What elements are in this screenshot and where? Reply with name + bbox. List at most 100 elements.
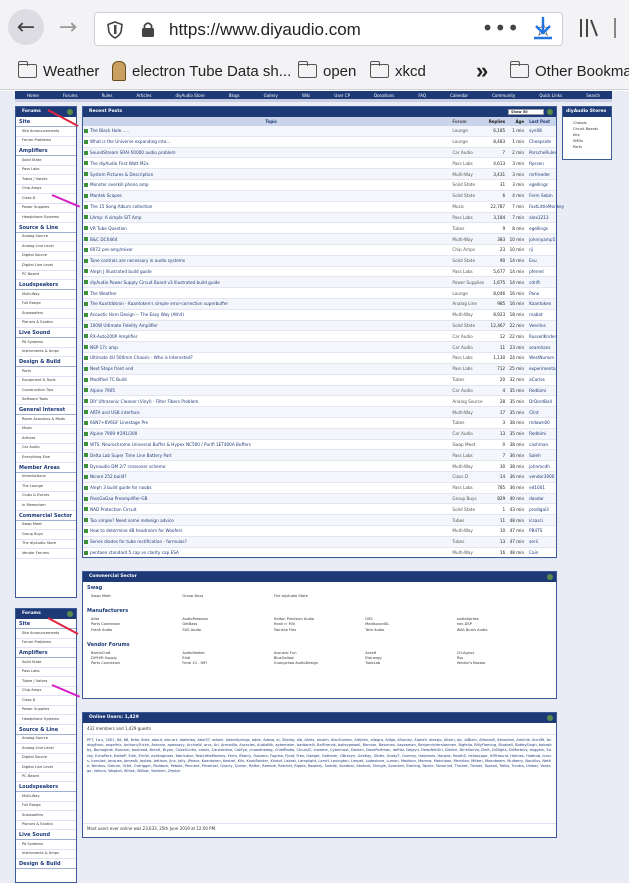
- sidebar-item[interactable]: Class D: [16, 696, 76, 706]
- thread-forum[interactable]: Tubes: [452, 539, 486, 544]
- thread-forum[interactable]: Analog Source: [452, 399, 486, 404]
- topnav-item[interactable]: diyAudio Store: [175, 93, 204, 98]
- table-row[interactable]: The Weather Lounge 8,046 16 min Pano: [83, 288, 556, 299]
- sidebar-item[interactable]: Car Audio: [16, 444, 76, 453]
- bookmark-weather[interactable]: Weather: [17, 60, 99, 82]
- thread-last-poster[interactable]: FastLittleMonkey: [526, 204, 564, 209]
- thread-last-poster[interactable]: pfemel: [526, 269, 556, 274]
- thread-last-poster[interactable]: Cheapside: [526, 139, 556, 144]
- thread-title-link[interactable]: ARTA and USB interface: [90, 410, 452, 415]
- thread-title-link[interactable]: Ultimate 4U 500mm Chassis - Who is Inter…: [90, 355, 452, 360]
- sidebar-item[interactable]: Software Tools: [16, 396, 76, 405]
- sidebar-item[interactable]: Power Supplies: [16, 204, 76, 213]
- table-row[interactable]: Dynaudio DM 2/7 crossover scheme Multi-Wa…: [83, 461, 556, 472]
- sidebar-item[interactable]: Equipment & Tools: [16, 377, 76, 386]
- download-icon[interactable]: [532, 15, 554, 41]
- sidebar-item[interactable]: Site Announcements: [16, 127, 76, 137]
- thread-forum[interactable]: Tubes: [452, 420, 486, 425]
- thread-last-poster[interactable]: ed1001: [526, 485, 556, 490]
- sidebar-item[interactable]: Subwoofers: [16, 811, 76, 821]
- thread-forum[interactable]: Group Buys: [452, 496, 486, 501]
- commercial-link[interactable]: SUS Audio: [182, 628, 273, 633]
- commercial-link[interactable]: Vendor's Bazaar: [457, 661, 548, 666]
- thread-title-link[interactable]: Too simple? Need some redesign advice: [90, 518, 452, 523]
- topnav-item[interactable]: Quick Links: [539, 93, 562, 98]
- thread-forum[interactable]: Multi-Way: [452, 172, 486, 177]
- column-age[interactable]: Age: [508, 119, 526, 124]
- thread-forum[interactable]: Power Supplies: [452, 280, 486, 285]
- topnav-item[interactable]: Community: [492, 93, 515, 98]
- table-row[interactable]: Alpine 7905 Car Audio 4 35 min Redbimi: [83, 385, 556, 397]
- thread-last-poster[interactable]: mrfreeder: [526, 172, 556, 177]
- thread-title-link[interactable]: PassGaGaa Preamplifier-GB: [90, 496, 452, 501]
- other-bookmarks[interactable]: Other Bookmar: [509, 60, 629, 82]
- thread-last-poster[interactable]: lcsasci: [526, 518, 556, 523]
- commercial-link[interactable]: Parts Connexion: [91, 661, 182, 666]
- topnav-item[interactable]: FAQ: [418, 93, 426, 98]
- sidebar-item[interactable]: Analog Source: [16, 735, 76, 744]
- thread-forum[interactable]: Tubes: [452, 377, 486, 382]
- table-row[interactable]: Mantek Scopes Solid State 6 4 min Ferm Sebin: [83, 190, 556, 202]
- thread-last-poster[interactable]: mabat: [526, 312, 556, 317]
- sidebar-item[interactable]: Planars & Exotics: [16, 319, 76, 328]
- bookmark-open[interactable]: open: [297, 60, 356, 82]
- back-button[interactable]: ←: [8, 9, 44, 45]
- sidebar-item[interactable]: Tubes / Valves: [16, 175, 76, 185]
- column-forum[interactable]: Forum: [452, 119, 486, 124]
- sidebar-item[interactable]: Digital Line Level: [16, 261, 76, 271]
- thread-forum[interactable]: Lounge: [452, 128, 486, 133]
- thread-last-poster[interactable]: mdawn00: [526, 420, 556, 425]
- thread-title-link[interactable]: VR Tube Question: [90, 226, 452, 231]
- thread-last-poster[interactable]: Esu: [526, 258, 556, 263]
- table-row[interactable]: PassGaGaa Preamplifier-GB Group Buys 829 40…: [83, 493, 556, 505]
- sidebar-item[interactable]: Room Acoustics & Mods: [16, 415, 76, 425]
- sidebar-item[interactable]: Vendor Forums: [16, 549, 76, 559]
- sidebar-item[interactable]: Digital Source: [16, 754, 76, 763]
- sidebar-item[interactable]: The Lounge: [16, 482, 76, 492]
- sidebar-item[interactable]: Pass Labs: [16, 668, 76, 677]
- sidebar-item[interactable]: Music: [16, 425, 76, 434]
- bookmarks-overflow-button[interactable]: »: [476, 58, 488, 83]
- thread-title-link[interactable]: Alpine 7909 #291/300: [90, 431, 452, 436]
- thread-title-link[interactable]: NSP 17c amp: [90, 345, 452, 350]
- commercial-link[interactable]: TubeLab: [365, 661, 456, 666]
- thread-title-link[interactable]: DIY Ultrasonic Cleaner (Vinyl) - Filter …: [90, 399, 452, 404]
- thread-title-link[interactable]: The diyAudio First Watt M2x: [90, 161, 452, 166]
- thread-title-link[interactable]: Tone controls are necessary in audio sys…: [90, 258, 452, 263]
- thread-last-poster[interactable]: johnnyamp5: [526, 237, 556, 242]
- thread-forum[interactable]: Solid State: [452, 193, 486, 198]
- table-row[interactable]: The diyAudio First Watt M2x Pass Labs 4,61…: [83, 158, 556, 170]
- thread-title-link[interactable]: Mantek Scopes: [90, 193, 452, 198]
- table-row[interactable]: NAD Protection Circuit Solid State 1 43 min…: [83, 504, 556, 516]
- table-row[interactable]: Monster overkill phono amp Solid State 31 3…: [83, 180, 556, 191]
- table-row[interactable]: What is the Universe expanding into... Lo…: [83, 137, 556, 148]
- thread-last-poster[interactable]: cdrift: [526, 280, 556, 285]
- table-row[interactable]: Series diodes for tube rectification - f…: [83, 536, 556, 548]
- thread-last-poster[interactable]: serii: [526, 539, 556, 544]
- thread-forum[interactable]: Pass Labs: [452, 453, 486, 458]
- thread-last-poster[interactable]: vendor3000: [526, 474, 556, 479]
- thread-last-poster[interactable]: Redbimi: [526, 431, 556, 436]
- table-row[interactable]: RX-Auto200P Amplifier Car Audio 12 22 min Ru…: [83, 331, 556, 343]
- sidebar-item[interactable]: Introductions: [16, 473, 76, 482]
- thread-title-link[interactable]: diyAudio Power Supply Circuit Board v3 I…: [90, 280, 452, 285]
- topnav-item[interactable]: Gallery: [264, 93, 278, 98]
- table-row[interactable]: Modified 7C Build Tubes 20 32 min aCarlos: [83, 375, 556, 386]
- commercial-link[interactable]: Group Buys: [182, 594, 273, 599]
- thread-last-poster[interactable]: PB4TS: [526, 528, 556, 533]
- thread-forum[interactable]: Multi-Way: [452, 550, 486, 555]
- topnav-item[interactable]: Wiki: [302, 93, 310, 98]
- thread-forum[interactable]: Car Audio: [452, 150, 486, 155]
- table-row[interactable]: Acoustic Horn Design -- The Easy Way (At…: [83, 310, 556, 321]
- sidebar-item[interactable]: Pass Labs: [16, 166, 76, 175]
- topnav-item[interactable]: Calendar: [450, 93, 468, 98]
- thread-last-poster[interactable]: Ferm Sebin: [526, 193, 556, 198]
- thread-title-link[interactable]: Delta Lab Super Time Line Battery Part: [90, 453, 452, 458]
- lock-icon[interactable]: [141, 21, 155, 38]
- thread-last-poster[interactable]: syn08: [526, 128, 556, 133]
- thread-last-poster[interactable]: egellings: [526, 182, 556, 187]
- sidebar-item[interactable]: Tubes / Valves: [16, 677, 76, 687]
- thread-title-link[interactable]: The Kuartdotron - Kaantoken's simple err…: [90, 301, 452, 306]
- sidebar-item[interactable]: Headphone Systems: [16, 715, 76, 725]
- thread-forum[interactable]: Multi-Way: [452, 528, 486, 533]
